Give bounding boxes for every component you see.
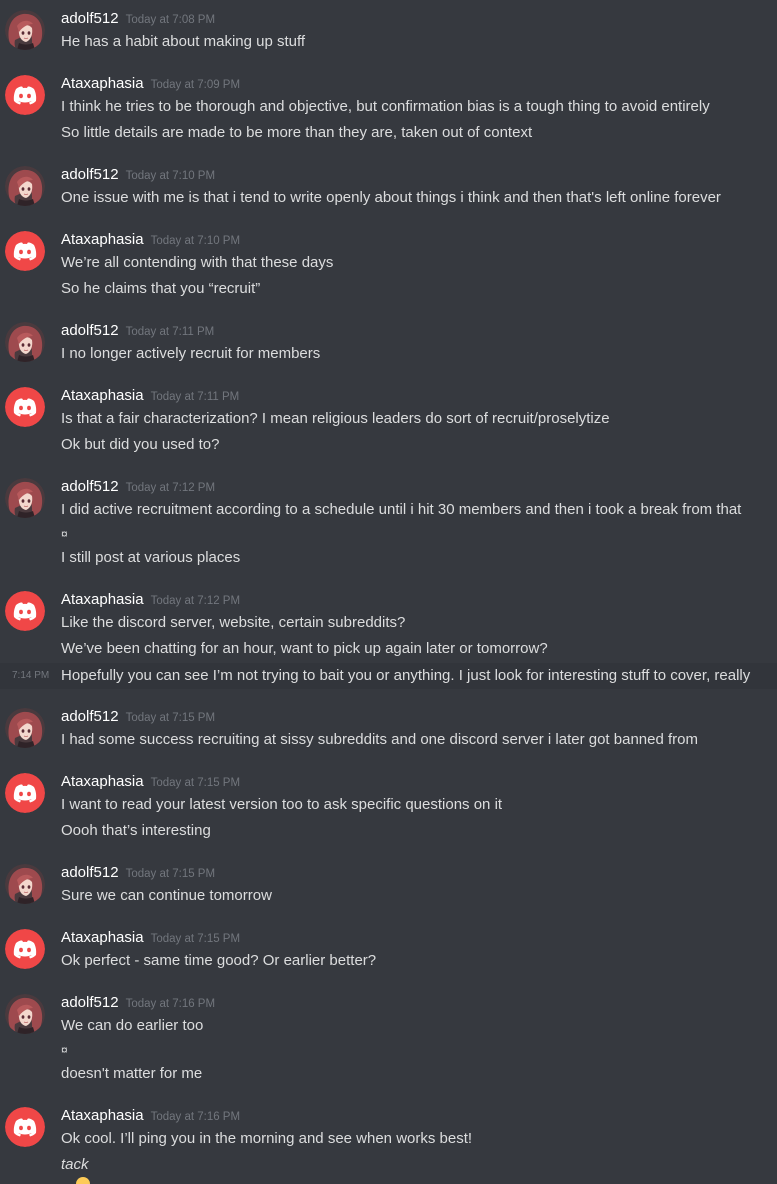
discord-logo-icon[interactable] <box>5 773 45 813</box>
avatar[interactable] <box>5 322 45 362</box>
message-text: So he claims that you “recruit” <box>61 280 261 297</box>
username[interactable]: Ataxaphasia <box>61 387 144 404</box>
avatar[interactable] <box>5 864 45 904</box>
message-text: Ok but did you used to? <box>61 436 220 453</box>
message-header: Ataxaphasia Today at 7:10 PM <box>61 230 240 251</box>
timestamp: Today at 7:09 PM <box>150 79 241 91</box>
username[interactable]: Ataxaphasia <box>61 231 144 248</box>
message-text: Oooh that’s interesting <box>61 822 211 839</box>
username[interactable]: adolf512 <box>61 322 119 339</box>
discord-logo-icon[interactable] <box>5 387 45 427</box>
message-header: Ataxaphasia Today at 7:11 PM <box>61 386 239 407</box>
avatar[interactable] <box>5 708 45 748</box>
message-text: Hopefully you can see I’m not trying to … <box>61 667 751 684</box>
timestamp: Today at 7:12 PM <box>125 482 216 494</box>
username[interactable]: Ataxaphasia <box>61 1107 144 1124</box>
message-header: Ataxaphasia Today at 7:15 PM <box>61 928 240 949</box>
timestamp: Today at 7:15 PM <box>125 868 216 880</box>
message-text: tack <box>61 1156 89 1173</box>
message-header: adolf512 Today at 7:08 PM <box>61 9 215 30</box>
message-header: Ataxaphasia Today at 7:15 PM <box>61 772 240 793</box>
timestamp: Today at 7:16 PM <box>150 1111 241 1123</box>
yellow-heart-emoji <box>76 1177 90 1184</box>
timestamp: Today at 7:16 PM <box>125 998 216 1010</box>
username[interactable]: adolf512 <box>61 166 119 183</box>
discord-logo-icon[interactable] <box>5 591 45 631</box>
message-text: Like the discord server, website, certai… <box>61 614 406 631</box>
message-header: adolf512 Today at 7:16 PM <box>61 993 215 1014</box>
timestamp: Today at 7:11 PM <box>125 326 215 338</box>
message-header: adolf512 Today at 7:15 PM <box>61 863 215 884</box>
avatar[interactable] <box>5 994 45 1034</box>
username[interactable]: Ataxaphasia <box>61 773 144 790</box>
message-text: I still post at various places <box>61 549 241 566</box>
username[interactable]: Ataxaphasia <box>61 75 144 92</box>
message-text: I no longer actively recruit for members <box>61 345 321 362</box>
username[interactable]: adolf512 <box>61 708 119 725</box>
hovered-message[interactable]: 7:14 PM Hopefully you can see I’m not try… <box>0 663 777 689</box>
message-header: Ataxaphasia Today at 7:12 PM <box>61 590 240 611</box>
discord-logo-icon[interactable] <box>5 75 45 115</box>
username[interactable]: adolf512 <box>61 864 119 881</box>
username[interactable]: adolf512 <box>61 478 119 495</box>
avatar[interactable] <box>5 478 45 518</box>
message-text: I want to read your latest version too t… <box>61 796 503 813</box>
message-text: We’re all contending with that these day… <box>61 254 334 271</box>
message-side-timestamp: 7:14 PM <box>12 670 50 681</box>
discord-logo-icon[interactable] <box>5 929 45 969</box>
message-header: Ataxaphasia Today at 7:09 PM <box>61 74 240 95</box>
message-header: Ataxaphasia Today at 7:16 PM <box>61 1106 240 1127</box>
message-text: Ok perfect - same time good? Or earlier … <box>61 952 377 969</box>
message-text: I had some success recruiting at sissy s… <box>61 731 698 748</box>
message-header: adolf512 Today at 7:11 PM <box>61 321 214 342</box>
timestamp: Today at 7:12 PM <box>150 595 241 607</box>
timestamp: Today at 7:15 PM <box>150 933 241 945</box>
chat-messages: adolf512 Today at 7:08 PM He has a habit a… <box>0 0 777 1184</box>
timestamp: Today at 7:15 PM <box>125 712 216 724</box>
username[interactable]: adolf512 <box>61 10 119 27</box>
timestamp: Today at 7:11 PM <box>150 391 240 403</box>
message-text: We can do earlier too <box>61 1017 204 1034</box>
username[interactable]: Ataxaphasia <box>61 929 144 946</box>
message-text: Ok cool. I’ll ping you in the morning an… <box>61 1130 473 1147</box>
username[interactable]: adolf512 <box>61 994 119 1011</box>
message-text: ¤ <box>61 1043 68 1057</box>
message-header: adolf512 Today at 7:15 PM <box>61 707 215 728</box>
message-text: Sure we can continue tomorrow <box>61 887 272 904</box>
message-text: Is that a fair characterization? I mean … <box>61 410 610 427</box>
message-header: adolf512 Today at 7:10 PM <box>61 165 215 186</box>
message-text: One issue with me is that i tend to writ… <box>61 189 721 206</box>
message-text: I did active recruitment according to a … <box>61 501 742 518</box>
timestamp: Today at 7:10 PM <box>150 235 241 247</box>
discord-logo-icon[interactable] <box>5 1107 45 1147</box>
avatar[interactable] <box>5 10 45 50</box>
timestamp: Today at 7:10 PM <box>125 170 216 182</box>
timestamp: Today at 7:08 PM <box>125 14 216 26</box>
message-text: I think he tries to be thorough and obje… <box>61 98 710 115</box>
discord-logo-icon[interactable] <box>5 231 45 271</box>
message-text: doesn't matter for me <box>61 1065 203 1082</box>
timestamp: Today at 7:15 PM <box>150 777 241 789</box>
message-text: So little details are made to be more th… <box>61 124 533 141</box>
avatar[interactable] <box>5 166 45 206</box>
message-text: ¤ <box>61 527 68 541</box>
message-header: adolf512 Today at 7:12 PM <box>61 477 215 498</box>
message-text: He has a habit about making up stuff <box>61 33 306 50</box>
message-text: We’ve been chatting for an hour, want to… <box>61 640 548 657</box>
username[interactable]: Ataxaphasia <box>61 591 144 608</box>
